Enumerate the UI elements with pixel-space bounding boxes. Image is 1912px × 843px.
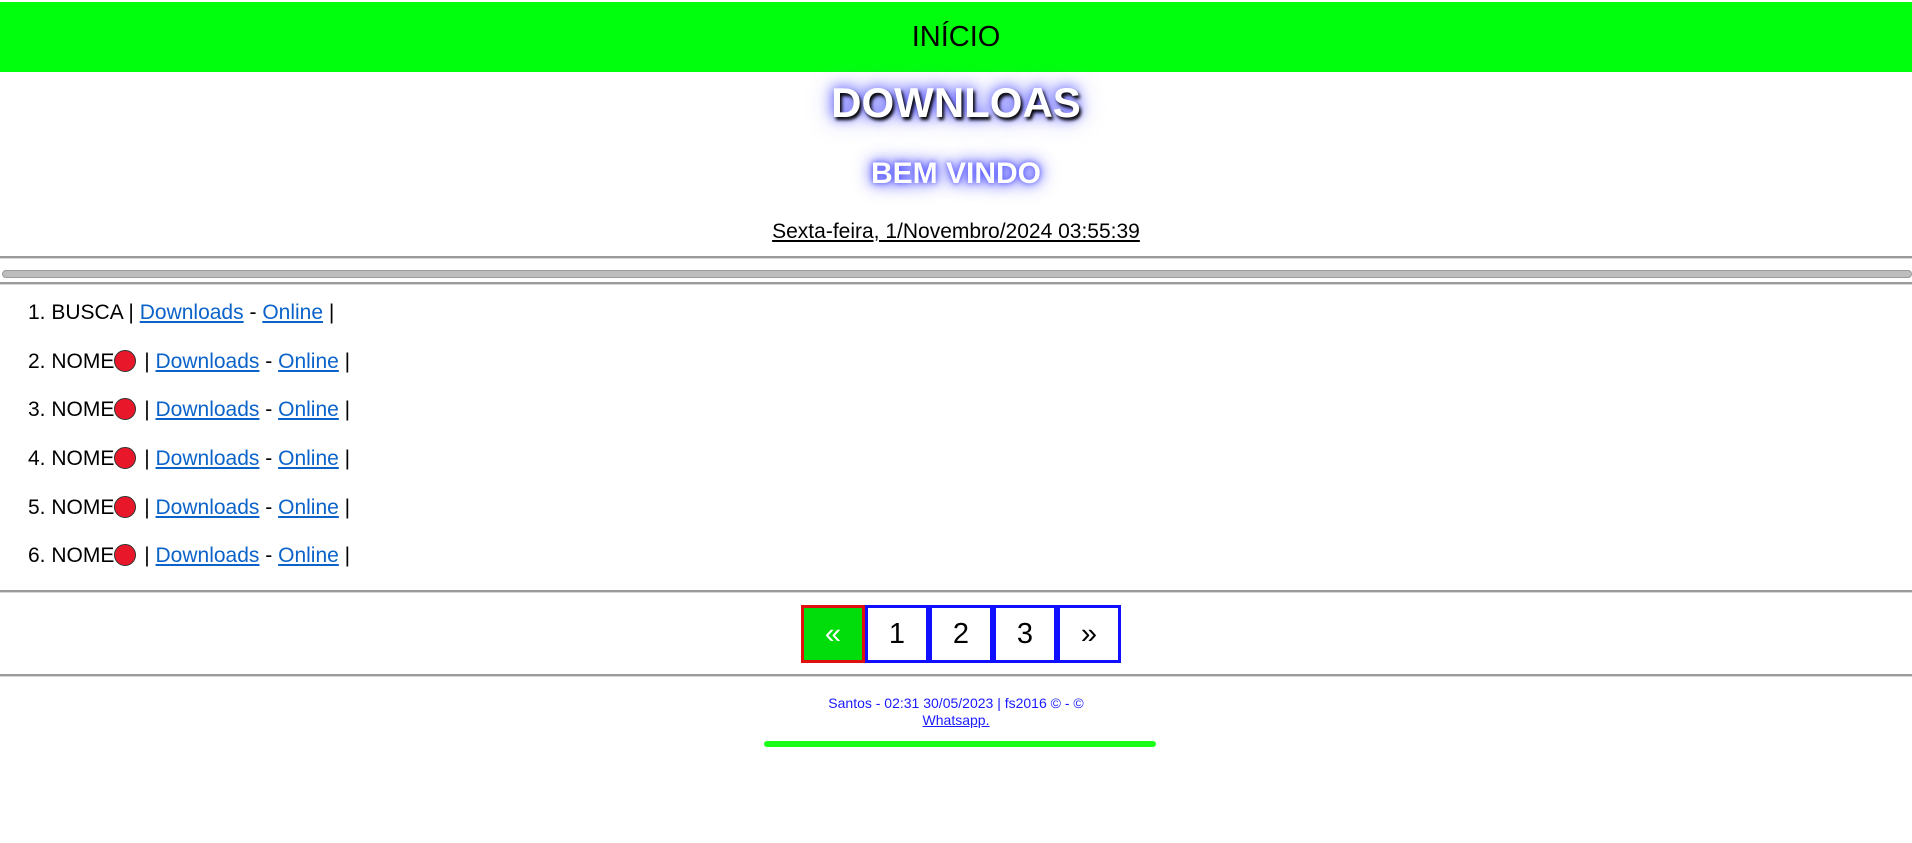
prev-page-button[interactable]: «: [801, 605, 865, 663]
downloads-link[interactable]: Downloads: [156, 398, 260, 421]
downloads-link[interactable]: Downloads: [156, 350, 260, 373]
page-1-button[interactable]: 1: [865, 605, 929, 663]
pagination: « 1 2 3 »: [801, 605, 1121, 663]
top-nav-bar: INÍCIO: [0, 2, 1912, 72]
footer: Santos - 02:31 30/05/2023 | fs2016 © - ©…: [0, 695, 1912, 729]
online-link[interactable]: Online: [262, 301, 323, 324]
dash: -: [249, 301, 257, 324]
divider: [0, 256, 1912, 259]
item-name: NOME: [51, 349, 115, 373]
item-name: NOME: [51, 544, 115, 568]
item-list: 1. BUSCA | Downloads - Online | 2. NOME …: [28, 298, 350, 590]
current-datetime: Sexta-feira, 1/Novembro/2024 03:55:39: [772, 220, 1140, 243]
dash: -: [265, 398, 273, 422]
downloads-link[interactable]: Downloads: [156, 496, 260, 519]
item-number: 2.: [28, 349, 46, 373]
status-dot-icon: [114, 349, 137, 372]
list-item: 4. NOME | Downloads - Online |: [28, 444, 350, 493]
item-name: NOME: [51, 398, 115, 422]
footer-credits: Santos - 02:31 30/05/2023 | fs2016 © - ©: [828, 695, 1084, 711]
separator: |: [144, 544, 150, 568]
item-name: NOME: [51, 495, 115, 519]
dash: -: [265, 349, 273, 373]
separator: |: [328, 301, 335, 324]
inicio-link[interactable]: INÍCIO: [912, 21, 1001, 54]
list-item: 6. NOME | Downloads - Online |: [28, 541, 350, 590]
list-item: 1. BUSCA | Downloads - Online |: [28, 298, 350, 347]
item-number: 4.: [28, 447, 46, 471]
divider: [0, 590, 1912, 593]
online-link[interactable]: Online: [278, 398, 339, 421]
downloads-link[interactable]: Downloads: [156, 544, 260, 567]
online-link[interactable]: Online: [278, 496, 339, 519]
separator: |: [344, 398, 351, 422]
dash: -: [265, 544, 273, 568]
downloads-link[interactable]: Downloads: [140, 301, 244, 324]
thick-divider: [2, 270, 1912, 278]
list-item: 3. NOME | Downloads - Online |: [28, 395, 350, 444]
page-3-button[interactable]: 3: [993, 605, 1057, 663]
separator: |: [344, 349, 351, 373]
item-number: 1.: [28, 301, 46, 324]
status-dot-icon: [114, 398, 137, 421]
status-dot-icon: [114, 447, 137, 470]
item-name: NOME: [51, 447, 115, 471]
next-page-button[interactable]: »: [1057, 605, 1121, 663]
footer-accent-line: [764, 741, 1156, 747]
separator: |: [144, 349, 150, 373]
separator: |: [128, 301, 134, 324]
list-item: 5. NOME | Downloads - Online |: [28, 493, 350, 542]
page-2-button[interactable]: 2: [929, 605, 993, 663]
separator: |: [144, 495, 150, 519]
dash: -: [265, 495, 273, 519]
separator: |: [144, 398, 150, 422]
welcome-subtitle: BEM VINDO: [870, 157, 1041, 190]
item-number: 6.: [28, 544, 46, 568]
item-number: 5.: [28, 495, 46, 519]
separator: |: [344, 495, 351, 519]
divider: [0, 674, 1912, 677]
divider: [0, 282, 1912, 285]
online-link[interactable]: Online: [278, 447, 339, 470]
whatsapp-link[interactable]: Whatsapp.: [923, 712, 990, 728]
separator: |: [344, 447, 351, 471]
status-dot-icon: [114, 495, 137, 518]
downloads-link[interactable]: Downloads: [156, 447, 260, 470]
online-link[interactable]: Online: [278, 544, 339, 567]
status-dot-icon: [114, 544, 137, 567]
dash: -: [265, 447, 273, 471]
item-name: BUSCA: [51, 301, 123, 324]
separator: |: [344, 544, 351, 568]
online-link[interactable]: Online: [278, 350, 339, 373]
list-item: 2. NOME | Downloads - Online |: [28, 347, 350, 396]
item-number: 3.: [28, 398, 46, 422]
page-title: DOWNLOAS: [831, 79, 1081, 126]
separator: |: [144, 447, 150, 471]
